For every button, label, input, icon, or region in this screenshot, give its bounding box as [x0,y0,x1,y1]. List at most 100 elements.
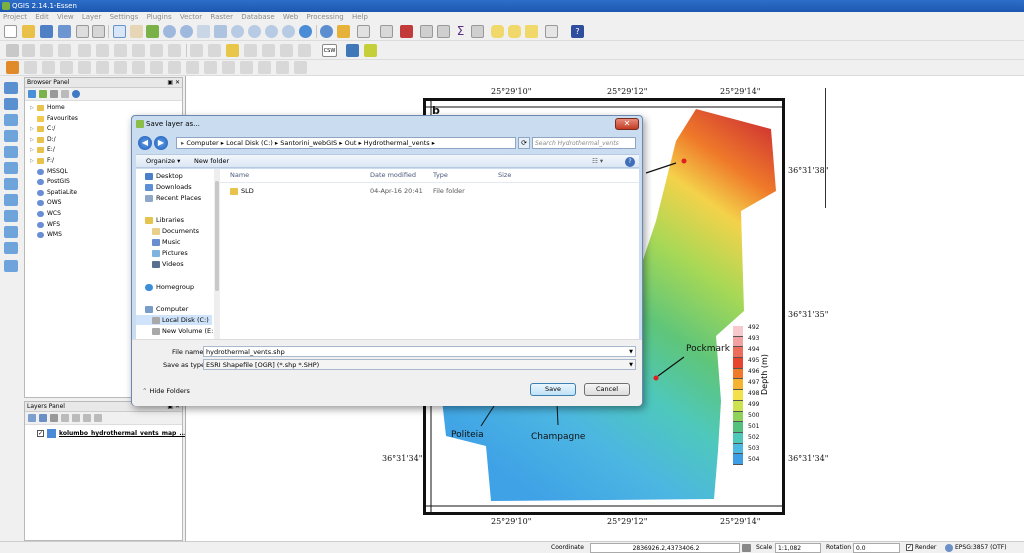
deselect-icon[interactable] [380,25,393,38]
pan-icon[interactable] [130,25,143,38]
open-project-icon[interactable] [22,25,35,38]
adv-edit-13-icon[interactable] [240,61,253,74]
filter-icon[interactable] [50,414,58,422]
add-virtual-layer-icon[interactable] [4,242,18,254]
expand-all-icon[interactable] [72,414,80,422]
collapse-all-icon[interactable] [83,414,91,422]
nav-music[interactable]: Music [136,237,181,247]
add-vector-layer-icon[interactable] [4,82,18,94]
new-layer-icon[interactable] [4,260,18,272]
column-name[interactable]: Name [230,171,249,179]
adv-edit-9-icon[interactable] [168,61,181,74]
tree-item-home[interactable]: ▷ Home [29,103,182,114]
collapse-all-icon[interactable] [61,90,69,98]
attribute-table-icon[interactable] [420,25,433,38]
toggle-extents-icon[interactable] [742,544,751,552]
menu-layer[interactable]: Layer [79,13,105,21]
annotation-table-icon[interactable] [471,25,484,38]
remove-layer-icon[interactable] [94,414,102,422]
nav-computer[interactable]: Computer [136,304,188,314]
touch-zoom-icon[interactable] [113,25,126,38]
add-wcs-icon[interactable] [4,194,18,206]
select-by-expression-icon[interactable] [357,25,370,38]
identify-icon[interactable] [320,25,333,38]
column-type[interactable]: Type [433,171,448,179]
add-mssql-icon[interactable] [4,146,18,158]
form-annotation-icon[interactable] [508,25,521,38]
nav-downloads[interactable]: Downloads [136,182,192,192]
crs-status[interactable]: EPSG:3857 (OTF) [955,542,1007,553]
move-feature-icon[interactable] [78,44,91,57]
adv-edit-3-icon[interactable] [60,61,73,74]
menu-view[interactable]: View [54,13,77,21]
zoom-full-icon[interactable] [214,25,227,38]
label-tool-6-icon[interactable] [280,44,293,57]
zoom-scale-icon[interactable] [197,25,210,38]
menu-help[interactable]: Help [349,13,371,21]
refresh-icon[interactable] [299,25,312,38]
column-size[interactable]: Size [498,171,511,179]
adv-edit-8-icon[interactable] [150,61,163,74]
zoom-last-icon[interactable] [265,25,278,38]
add-selected-icon[interactable] [39,90,47,98]
add-postgis-icon[interactable] [4,114,18,126]
crs-icon[interactable] [945,544,953,552]
nav-desktop[interactable]: Desktop [136,171,183,181]
scale-field[interactable]: 1:1,082 [775,543,821,553]
field-calculator-icon[interactable] [437,25,450,38]
nav-new-volume[interactable]: New Volume (E:) [136,326,216,336]
adv-edit-12-icon[interactable] [222,61,235,74]
zoom-to-layer-icon[interactable] [248,25,261,38]
adv-edit-4-icon[interactable] [78,61,91,74]
layer-visibility-checkbox[interactable]: ✓ [37,430,44,437]
menu-database[interactable]: Database [238,13,277,21]
expression-filter-icon[interactable] [61,414,69,422]
add-feature-icon[interactable] [58,44,71,57]
save-as-type-select[interactable]: ESRI Shapefile [OGR] (*.shp *.SHP) ▼ [203,359,636,370]
nav-pictures[interactable]: Pictures [136,248,188,258]
label-tool-5-icon[interactable] [262,44,275,57]
adv-edit-1-icon[interactable] [24,61,37,74]
nav-libraries[interactable]: Libraries [136,215,184,225]
menu-edit[interactable]: Edit [32,13,52,21]
menu-project[interactable]: Project [0,13,30,21]
address-bar[interactable]: ▸ Computer ▸ Local Disk (C:) ▸ Santorini… [176,137,516,149]
add-delimited-text-icon[interactable] [4,226,18,238]
save-button[interactable]: Save [530,383,576,396]
refresh-icon[interactable] [28,90,36,98]
nav-videos[interactable]: Videos [136,259,184,269]
adv-edit-2-icon[interactable] [42,61,55,74]
nav-recent-places[interactable]: Recent Places [136,193,201,203]
select-features-icon[interactable] [337,25,350,38]
menu-web[interactable]: Web [280,13,301,21]
crumb-santorini[interactable]: Santorini_webGIS [280,139,337,147]
label-tool-7-icon[interactable] [298,44,311,57]
filter-icon[interactable] [50,90,58,98]
crumb-computer[interactable]: Computer [186,139,218,147]
file-name-input[interactable]: hydrothermal_vents.shp ▼ [203,346,636,357]
back-arrow-icon[interactable]: ◀ [138,136,152,150]
add-raster-layer-icon[interactable] [4,98,18,110]
cancel-button[interactable]: Cancel [584,383,630,396]
help-icon[interactable]: ? [571,25,584,38]
hide-folders-button[interactable]: ⌃ Hide Folders [142,387,190,395]
label-tool-1-icon[interactable] [190,44,203,57]
toggle-editing-icon[interactable] [22,44,35,57]
menu-vector[interactable]: Vector [177,13,205,21]
forward-arrow-icon[interactable]: ▶ [154,136,168,150]
panel-close-icon[interactable]: ▣ ✕ [167,78,180,88]
menu-raster[interactable]: Raster [207,13,236,21]
adv-edit-6-icon[interactable] [114,61,127,74]
crumb-local-disk[interactable]: Local Disk (C:) [226,139,273,147]
search-input[interactable]: Search Hydrothermal_vents [532,137,636,149]
plugin-icon[interactable] [364,44,377,57]
column-date-modified[interactable]: Date modified [370,171,416,179]
cut-features-icon[interactable] [132,44,145,57]
new-bookmark-icon[interactable] [545,25,558,38]
add-group-icon[interactable] [39,414,47,422]
render-checkbox[interactable]: ✓ [906,544,913,551]
zoom-next-icon[interactable] [282,25,295,38]
nav-local-disk[interactable]: Local Disk (C:) [136,315,212,325]
add-wfs-icon[interactable] [4,210,18,222]
rotation-field[interactable]: 0.0 [853,543,900,553]
